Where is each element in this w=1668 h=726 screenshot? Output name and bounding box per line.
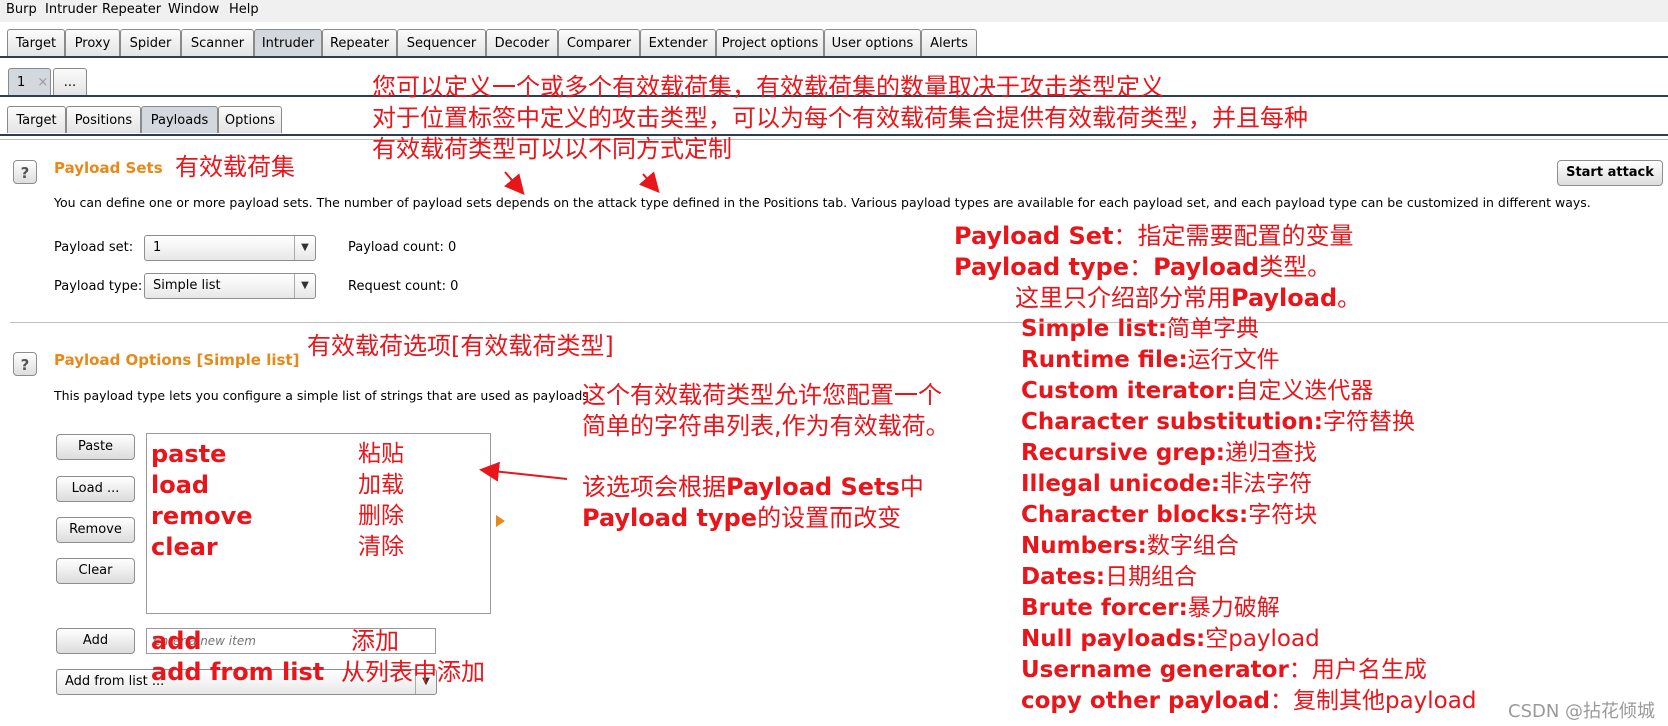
arrow-to-payload-types (638, 171, 660, 194)
list-item: Character blocks:字符块 (1021, 500, 1476, 531)
type-en: Character blocks: (1021, 502, 1249, 528)
arrow-to-list-box (479, 461, 568, 482)
type-en: Recursive grep: (1021, 440, 1225, 466)
type-zh: 非法字符 (1220, 471, 1313, 497)
type-en: copy other payload (1021, 688, 1270, 714)
add-from-list-annotation-zh: 从列表中添加 (341, 658, 485, 686)
type-en: Illegal unicode: (1021, 471, 1221, 497)
type-en: Custom iterator: (1021, 378, 1236, 404)
note-intro-payload: Payload (1231, 284, 1338, 312)
list-item: Dates:日期组合 (1021, 562, 1476, 593)
change-note-text: 中 (899, 473, 924, 501)
list-item: Null payloads:空payload (1021, 624, 1476, 655)
list-item: Brute forcer:暴力破解 (1021, 593, 1476, 624)
type-zh: 暴力破解 (1187, 595, 1280, 621)
list-item: Recursive grep:递归查找 (1021, 438, 1476, 469)
watermark: CSDN @拈花倾城 (1508, 701, 1656, 722)
note-intro: 。 (1337, 284, 1362, 312)
note-set-label: Payload Set (954, 222, 1114, 250)
payload-type-list: Simple list:简单字典 Runtime file:运行文件 Custo… (1021, 314, 1476, 717)
note-type-desc: 类型。 (1259, 253, 1332, 281)
add-from-list-value: Add from list ... (65, 674, 165, 689)
note-set-desc: ：指定需要配置的变量 (1113, 222, 1354, 250)
list-item: Numbers:数字组合 (1021, 531, 1476, 562)
list-item: Runtime file:运行文件 (1021, 345, 1476, 376)
add-annotation: add (151, 627, 202, 655)
list-item: Username generator：用户名生成 (1021, 655, 1476, 686)
change-note-type: Payload type (582, 504, 758, 532)
add-button[interactable]: Add (56, 628, 135, 654)
type-en: Brute forcer: (1021, 595, 1188, 621)
type-zh: 自定义迭代器 (1235, 378, 1374, 404)
change-note-sets: Payload Sets (726, 473, 900, 501)
type-en: Runtime file: (1021, 347, 1188, 373)
type-zh: 运行文件 (1187, 347, 1280, 373)
type-zh: ：复制其他payload (1269, 688, 1477, 714)
arrow-to-payload-sets (504, 171, 525, 196)
change-note-text: 该选项会根据 (582, 473, 726, 501)
note-intro: 这里只介绍部分常用 (1015, 284, 1231, 312)
type-en: Simple list: (1021, 316, 1168, 342)
list-item: Illegal unicode:非法字符 (1021, 469, 1476, 500)
add-annotation-zh: 添加 (351, 627, 399, 655)
type-en: Dates: (1021, 564, 1106, 590)
note-type-label: Payload type (954, 253, 1130, 281)
list-item: copy other payload：复制其他payload (1021, 686, 1476, 717)
type-zh: ：用户名生成 (1288, 657, 1427, 683)
type-zh: 字符块 (1248, 502, 1318, 528)
type-zh: 日期组合 (1105, 564, 1198, 590)
add-from-list-annotation: add from list (151, 658, 325, 686)
note-type-payload: Payload (1153, 253, 1260, 281)
type-zh: 字符替换 (1322, 409, 1415, 435)
note-type-desc: ： (1129, 253, 1154, 281)
type-en: Numbers: (1021, 533, 1147, 559)
list-item: Simple list:简单字典 (1021, 314, 1476, 345)
type-zh: 递归查找 (1224, 440, 1317, 466)
type-en: Username generator (1021, 657, 1289, 683)
type-zh: 数字组合 (1146, 533, 1239, 559)
list-item: Character substitution:字符替换 (1021, 407, 1476, 438)
change-note: 该选项会根据Payload Sets中 Payload type的设置而改变 (582, 472, 924, 534)
change-note-text: 的设置而改变 (757, 504, 902, 532)
type-en: Character substitution: (1021, 409, 1323, 435)
type-zh: 简单字典 (1167, 316, 1260, 342)
right-notes: Payload Set：指定需要配置的变量 Payload type：Paylo… (954, 221, 1361, 314)
type-en: Null payloads: (1021, 626, 1206, 652)
type-zh: 空payload (1205, 626, 1320, 652)
list-item: Custom iterator:自定义迭代器 (1021, 376, 1476, 407)
